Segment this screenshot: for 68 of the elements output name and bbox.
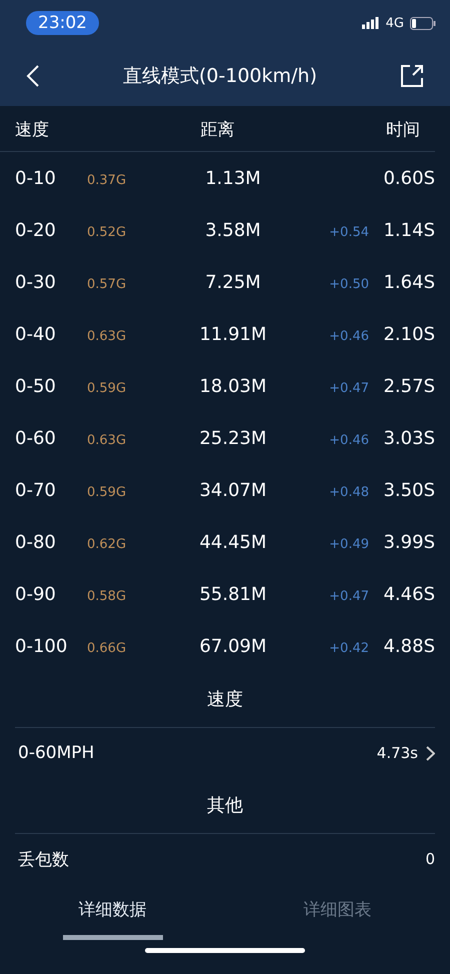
time-delta: +0.47 — [328, 588, 369, 604]
speed-range: 0-20 — [15, 220, 57, 240]
speed-range: 0-60 — [15, 428, 57, 448]
elapsed-time: 3.03S — [382, 428, 435, 448]
elapsed-time: 0.60S — [382, 168, 435, 188]
g-force: 0.63G — [87, 432, 128, 448]
elapsed-time: 3.50S — [382, 480, 435, 500]
speed-range: 0-30 — [15, 272, 57, 292]
distance: 11.91M — [198, 324, 268, 344]
speed-range: 0-100 — [15, 636, 68, 656]
speed-range: 0-50 — [15, 376, 57, 396]
g-force: 0.59G — [87, 484, 128, 500]
distance: 25.23M — [198, 428, 268, 448]
distance: 67.09M — [198, 636, 268, 656]
elapsed-time: 1.14S — [382, 220, 435, 240]
speed-range: 0-90 — [15, 584, 57, 604]
elapsed-time: 4.46S — [382, 584, 435, 604]
chevron-icon[interactable] — [426, 746, 435, 760]
g-force: 0.52G — [87, 224, 128, 240]
signal-icon — [362, 17, 380, 29]
back-button[interactable] — [26, 64, 40, 88]
section-title: 其他 — [207, 795, 243, 816]
distance: 7.25M — [204, 272, 262, 292]
section-title: 速度 — [207, 689, 243, 710]
time-delta: +0.49 — [328, 536, 369, 552]
battery-icon — [410, 16, 436, 30]
page-title: 直线模式(0-100km/h) — [123, 64, 317, 89]
g-force: 0.59G — [87, 380, 128, 396]
column-header: 时间 — [385, 119, 420, 141]
speed-range: 0-80 — [15, 532, 57, 552]
item-value: 4.73s — [376, 744, 418, 762]
g-force: 0.57G — [87, 276, 128, 292]
item-value: 0 — [425, 850, 435, 868]
elapsed-time: 2.57S — [382, 376, 435, 396]
distance: 34.07M — [198, 480, 268, 500]
time-delta: +0.46 — [328, 328, 369, 344]
elapsed-time: 4.88S — [382, 636, 435, 656]
network-label: 4G — [386, 16, 404, 30]
g-force: 0.63G — [87, 328, 128, 344]
time-delta: +0.42 — [328, 640, 369, 656]
column-header: 距离 — [200, 119, 236, 141]
item-label: 0-60MPH — [18, 743, 94, 763]
speed-range: 0-70 — [15, 480, 57, 500]
tab[interactable]: 详细图表 — [288, 890, 388, 940]
g-force: 0.37G — [87, 172, 128, 188]
time-delta: +0.48 — [328, 484, 369, 500]
distance: 44.45M — [198, 532, 268, 552]
distance: 1.13M — [204, 168, 262, 188]
distance: 55.81M — [198, 584, 268, 604]
time-delta: +0.50 — [328, 276, 369, 292]
g-force: 0.62G — [87, 536, 128, 552]
time-delta: +0.46 — [328, 432, 369, 448]
g-force: 0.66G — [87, 640, 128, 656]
elapsed-time: 3.99S — [382, 532, 435, 552]
tab[interactable]: 详细数据 — [62, 890, 162, 940]
elapsed-time: 1.64S — [382, 272, 435, 292]
distance: 18.03M — [198, 376, 268, 396]
item-label: 丢包数 — [18, 848, 69, 870]
g-force: 0.58G — [87, 588, 128, 604]
status-time: 23:02 — [26, 11, 99, 35]
speed-range: 0-40 — [15, 324, 57, 344]
time-delta: +0.47 — [328, 380, 369, 396]
time-delta: +0.54 — [328, 224, 369, 240]
share-button[interactable] — [400, 64, 424, 88]
distance: 3.58M — [204, 220, 262, 240]
speed-range: 0-10 — [15, 168, 57, 188]
elapsed-time: 2.10S — [382, 324, 435, 344]
column-header: 速度 — [15, 119, 50, 141]
